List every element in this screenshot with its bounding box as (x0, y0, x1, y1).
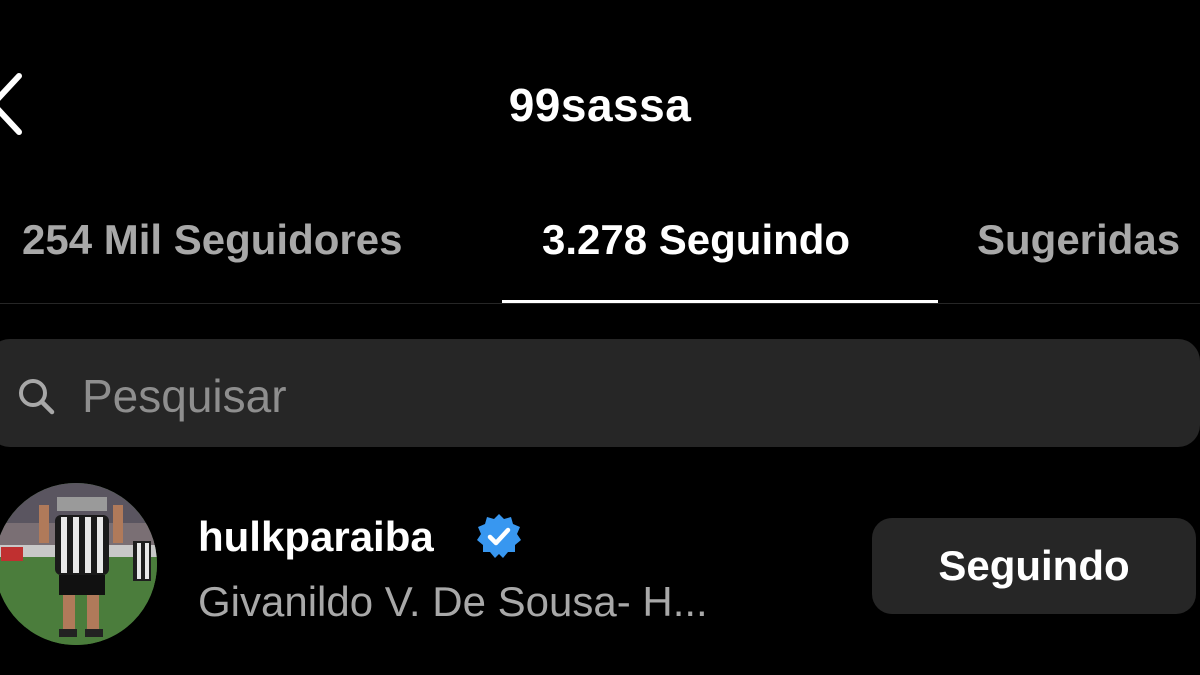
search-input[interactable]: Pesquisar (0, 339, 1200, 447)
tab-followers[interactable]: 254 Mil Seguidores (22, 216, 402, 264)
avatar-photo (0, 483, 157, 645)
username[interactable]: hulkparaiba (198, 513, 434, 561)
search-icon (19, 379, 55, 415)
avatar[interactable] (0, 483, 157, 645)
tab-suggested[interactable]: Sugeridas (977, 216, 1180, 264)
tab-following[interactable]: 3.278 Seguindo (542, 216, 850, 264)
list-item: hulkparaiba Givanildo V. De Sousa- H... … (0, 478, 1200, 658)
verified-badge-icon (477, 514, 521, 558)
following-button[interactable]: Seguindo (872, 518, 1196, 614)
full-name: Givanildo V. De Sousa- H... (198, 578, 708, 625)
tabs-divider (0, 303, 1200, 304)
page-title: 99sassa (508, 79, 692, 131)
search-placeholder: Pesquisar (82, 370, 287, 422)
